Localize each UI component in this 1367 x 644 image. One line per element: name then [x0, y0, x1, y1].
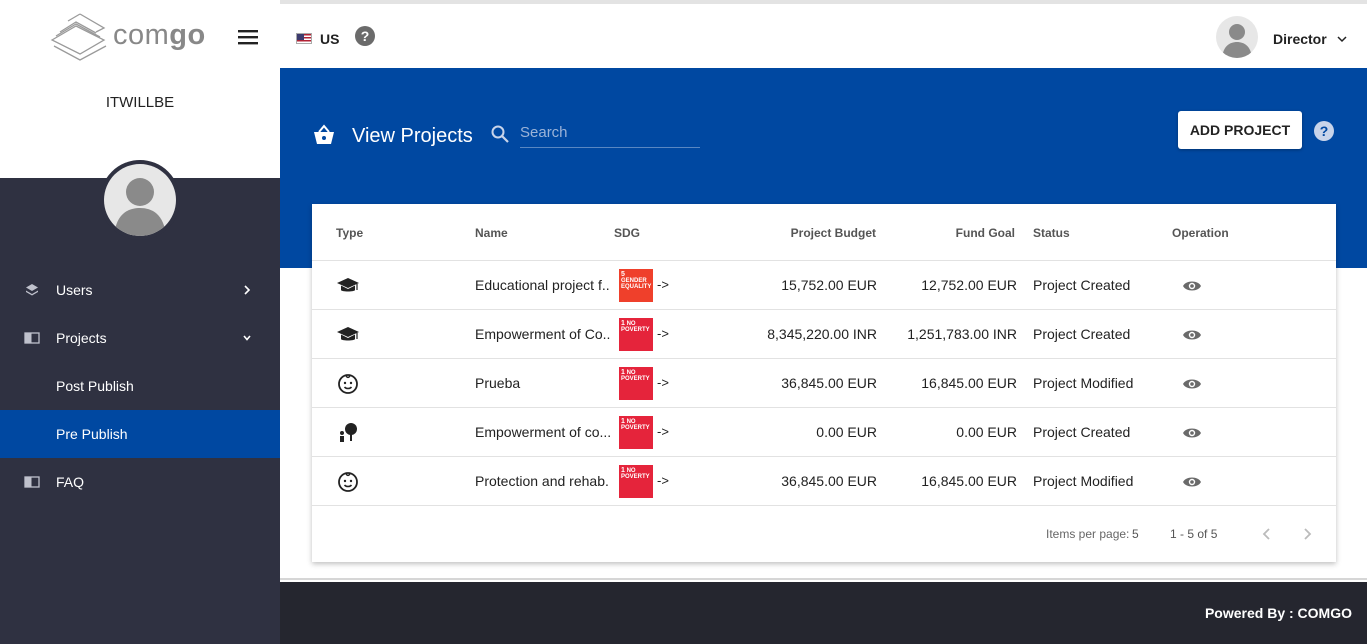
help-icon[interactable]: ?	[355, 26, 375, 46]
hamburger-menu-icon[interactable]	[236, 28, 260, 46]
project-budget: 8,345,220.00 INR	[767, 326, 877, 342]
footer: Powered By : COMGO	[280, 582, 1367, 644]
projects-table: Type Name SDG Project Budget Fund Goal S…	[312, 204, 1336, 562]
sdg-arrow: ->	[657, 375, 669, 390]
user-silhouette-icon	[1222, 24, 1252, 58]
project-name[interactable]: Protection and rehab...	[475, 473, 610, 489]
sdg-arrow: ->	[657, 473, 669, 488]
fund-goal: 1,251,783.00 INR	[907, 326, 1017, 342]
column-header-name[interactable]: Name	[475, 226, 508, 240]
column-header-operation: Operation	[1172, 226, 1229, 240]
chevron-down-icon	[243, 335, 251, 341]
sidebar-header: comgo ITWILLBE	[0, 0, 280, 178]
sidebar-item-label: Pre Publish	[56, 426, 128, 442]
layers-icon	[24, 282, 40, 298]
sidebar-item-label: Post Publish	[56, 378, 134, 394]
sdg-arrow: ->	[657, 424, 669, 439]
page-size-select[interactable]: 5	[1132, 527, 1139, 541]
status: Project Created	[1033, 326, 1131, 342]
user-silhouette-icon	[114, 178, 166, 236]
sidebar-item-pre-publish[interactable]: Pre Publish	[0, 410, 280, 458]
fund-goal: 12,752.00 EUR	[921, 277, 1017, 293]
graduation-cap-icon	[337, 278, 359, 292]
chevron-down-icon[interactable]	[1336, 34, 1348, 44]
sidebar-item-label: FAQ	[56, 474, 85, 490]
us-flag-icon[interactable]	[296, 33, 312, 44]
book-icon	[24, 474, 40, 490]
column-header-budget[interactable]: Project Budget	[752, 226, 876, 240]
page-title: View Projects	[352, 125, 473, 147]
column-header-status[interactable]: Status	[1033, 226, 1070, 240]
status: Project Modified	[1033, 375, 1134, 391]
sdg-badge-icon: 1 NO POVERTY	[619, 465, 653, 498]
column-header-sdg[interactable]: SDG	[614, 226, 640, 240]
graduation-cap-icon	[337, 327, 359, 341]
project-name[interactable]: Educational project f...	[475, 277, 610, 293]
project-name[interactable]: Prueba	[475, 375, 610, 391]
sdg-badge-icon: 1 NO POVERTY	[619, 318, 653, 351]
sidebar-item-label: Projects	[56, 330, 107, 346]
basket-icon	[314, 124, 334, 144]
eye-icon[interactable]	[1182, 376, 1202, 392]
search-icon	[491, 125, 509, 143]
pager-range: 1 - 5 of 5	[1170, 527, 1218, 541]
fund-goal: 16,845.00 EUR	[921, 375, 1017, 391]
chevron-right-icon	[244, 285, 251, 295]
pager-label: Items per page:	[1046, 527, 1130, 541]
search-input[interactable]	[520, 118, 700, 148]
sdg-badge-icon: 1 NO POVERTY	[619, 416, 653, 449]
chevron-left-icon[interactable]	[1260, 526, 1274, 542]
status: Project Created	[1033, 277, 1131, 293]
sidebar-avatar	[100, 160, 180, 240]
user-role-menu[interactable]: Director	[1273, 31, 1327, 47]
column-header-fund-goal[interactable]: Fund Goal	[892, 226, 1015, 240]
table-row: Educational project f... 5 GENDER EQUALI…	[312, 261, 1336, 310]
project-budget: 36,845.00 EUR	[781, 473, 877, 489]
chevron-right-icon[interactable]	[1300, 526, 1314, 542]
footer-text: Powered By : COMGO	[1204, 605, 1352, 621]
project-budget: 0.00 EUR	[816, 424, 877, 440]
top-bar: US ? Director	[280, 0, 1367, 68]
sidebar-item-label: Users	[56, 282, 93, 298]
table-row: Protection and rehab... 1 NO POVERTY -> …	[312, 457, 1336, 506]
fund-goal: 16,845.00 EUR	[921, 473, 1017, 489]
eye-icon[interactable]	[1182, 278, 1202, 294]
sidebar-item-faq[interactable]: FAQ	[0, 458, 280, 506]
user-avatar[interactable]	[1216, 16, 1258, 58]
sdg-arrow: ->	[657, 326, 669, 341]
project-budget: 36,845.00 EUR	[781, 375, 877, 391]
tree-person-icon	[340, 423, 357, 442]
status: Project Modified	[1033, 473, 1134, 489]
column-header-type[interactable]: Type	[336, 226, 363, 240]
fund-goal: 0.00 EUR	[956, 424, 1017, 440]
table-row: Prueba 1 NO POVERTY -> 36,845.00 EUR 16,…	[312, 359, 1336, 408]
child-face-icon	[338, 374, 358, 394]
eye-icon[interactable]	[1182, 474, 1202, 490]
brand-name: comgo	[113, 19, 206, 51]
eye-icon[interactable]	[1182, 327, 1202, 343]
status: Project Created	[1033, 424, 1131, 440]
organization-name: ITWILLBE	[105, 94, 175, 111]
sidebar-item-post-publish[interactable]: Post Publish	[0, 362, 280, 410]
project-name[interactable]: Empowerment of Co...	[475, 326, 610, 342]
book-icon	[24, 330, 40, 346]
sdg-badge-icon: 1 NO POVERTY	[619, 367, 653, 400]
eye-icon[interactable]	[1182, 425, 1202, 441]
country-selector[interactable]: US	[320, 31, 339, 47]
project-budget: 15,752.00 EUR	[781, 277, 877, 293]
child-face-icon	[338, 472, 358, 492]
sdg-badge-icon: 5 GENDER EQUALITY	[619, 269, 653, 302]
sidebar: comgo ITWILLBE Users Projects Post Publi	[0, 0, 280, 644]
table-row: Empowerment of Co... 1 NO POVERTY -> 8,3…	[312, 310, 1336, 359]
sidebar-item-projects[interactable]: Projects	[0, 314, 280, 362]
add-project-button[interactable]: ADD PROJECT	[1178, 111, 1302, 149]
help-icon[interactable]: ?	[1314, 121, 1334, 141]
sidebar-item-users[interactable]: Users	[0, 266, 280, 314]
project-name[interactable]: Empowerment of co...	[475, 424, 610, 440]
table-row: Empowerment of co... 1 NO POVERTY -> 0.0…	[312, 408, 1336, 457]
sdg-arrow: ->	[657, 277, 669, 292]
